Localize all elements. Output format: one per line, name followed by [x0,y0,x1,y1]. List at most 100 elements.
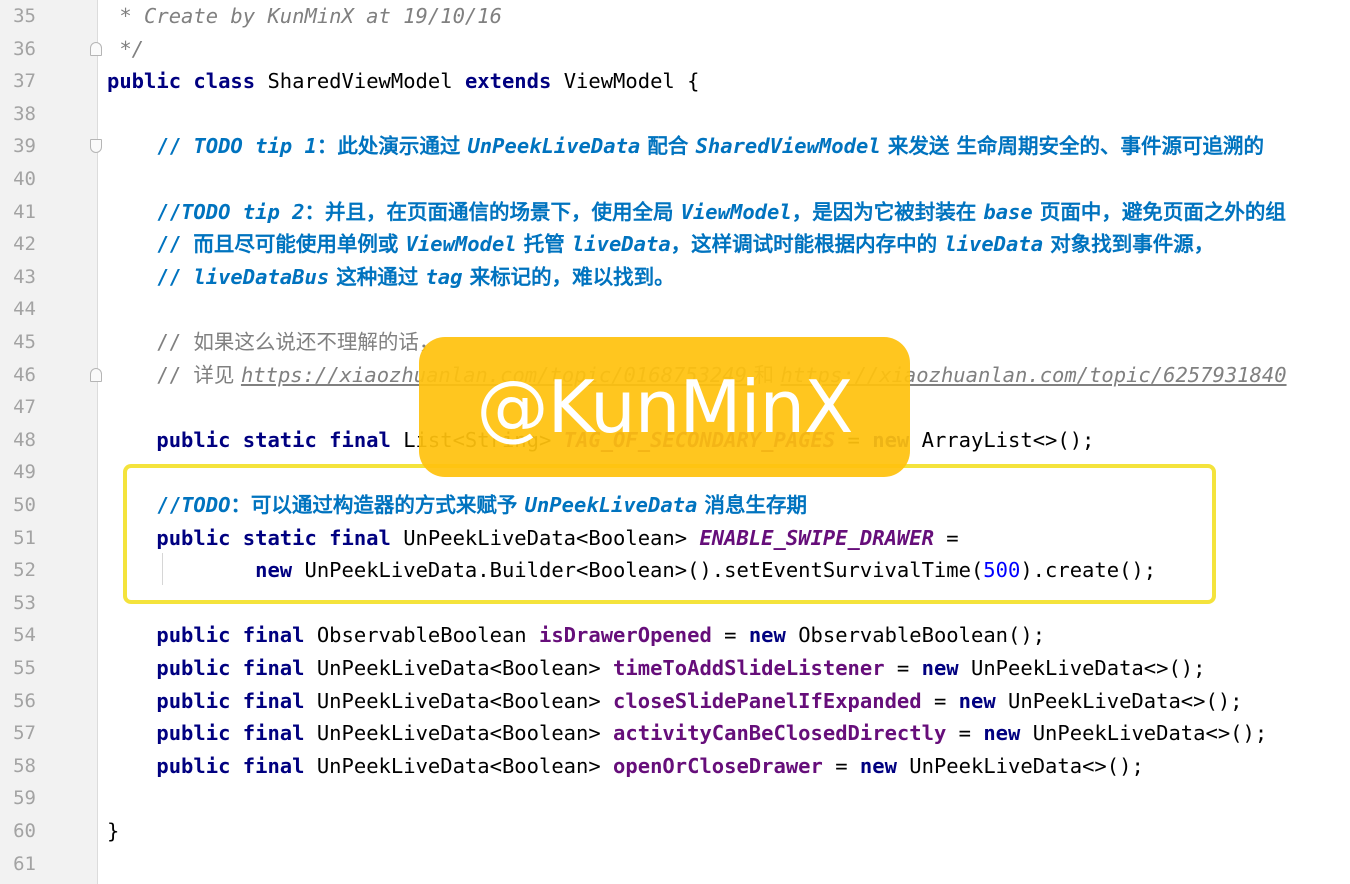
code-text: public final ObservableBoolean isDrawerO… [107,619,1045,652]
code-token: 页面中，避免页面之外的组 [1032,199,1286,224]
code-token: extends [464,69,564,94]
code-line[interactable]: 55 public final UnPeekLiveData<Boolean> … [0,652,1350,685]
code-text: } [107,815,119,848]
code-line[interactable]: 41 //TODO tip 2：并且，在页面通信的场景下，使用全局 ViewMo… [0,196,1350,229]
code-line[interactable]: 44 [0,293,1350,326]
line-number: 59 [13,787,36,810]
code-token: public final [107,688,317,713]
code-token: liveData [944,232,1044,257]
code-text: * Create by KunMinX at 19/10/16 [107,0,502,33]
line-number: 49 [13,461,36,484]
code-text: //TODO tip 2：并且，在页面通信的场景下，使用全局 ViewModel… [107,196,1286,229]
code-line[interactable]: 61 [0,848,1350,881]
code-token: SharedViewModel [267,69,465,94]
code-token: public static final [107,427,404,452]
line-number: 51 [13,526,36,549]
code-line[interactable]: 58 public final UnPeekLiveData<Boolean> … [0,750,1350,783]
code-line[interactable]: 54 public final ObservableBoolean isDraw… [0,619,1350,652]
code-line[interactable]: 57 public final UnPeekLiveData<Boolean> … [0,717,1350,750]
code-line[interactable]: 43 // liveDataBus 这种通过 tag 来标记的，难以找到。 [0,261,1350,294]
code-token: public final [107,623,317,648]
code-text: */ [107,33,144,66]
code-token: // [107,330,194,354]
code-token: 来标记的，难以找到。 [462,264,675,289]
highlight-annotation-box [123,464,1216,604]
line-number: 57 [13,722,36,745]
line-number: 38 [13,102,36,125]
code-token: 如果这么说还不理解的话， [193,330,440,354]
code-token: 这种通过 [329,264,426,289]
code-token: ObservableBoolean [316,623,539,648]
code-token: */ [107,36,145,61]
code-line[interactable]: 56 public final UnPeekLiveData<Boolean> … [0,685,1350,718]
line-number: 56 [13,689,36,712]
code-token: 对象找到事件源， [1043,232,1215,257]
line-number: 48 [13,428,36,451]
code-token: ，是因为它被封装在 [791,199,984,224]
line-number: 47 [13,396,36,419]
code-token: UnPeekLiveData [467,134,641,159]
code-line[interactable]: 37 public class SharedViewModel extends V… [0,65,1350,98]
fold-marker-icon[interactable] [90,367,102,382]
code-token: ObservableBoolean(); [798,623,1046,648]
code-token: closeSlidePanelIfExpanded [613,688,922,713]
line-number: 41 [13,200,36,223]
code-token: ViewModel [405,232,517,257]
code-token: public final [107,721,317,746]
code-text: // 而且尽可能使用单例或 ViewModel 托管 liveData，这样调试… [107,228,1214,261]
code-token: liveDataBus [193,264,330,289]
code-line[interactable]: 38 [0,98,1350,131]
code-token: = [822,753,860,778]
code-text: public final UnPeekLiveData<Boolean> clo… [107,685,1243,718]
code-token: new [983,721,1033,746]
line-number: 60 [13,820,36,842]
watermark-text: @KunMinX [476,365,854,449]
code-token: new [958,688,1009,713]
line-number: 53 [13,591,36,614]
watermark-badge: @KunMinX [419,337,910,477]
code-token: // [107,264,194,289]
code-token: 详见 [193,362,241,387]
line-number: 58 [13,754,36,777]
code-token: 来发送 生命周期安全的、事件源可追溯的 [880,134,1264,159]
code-line[interactable]: 60} [0,815,1350,848]
line-number: 36 [13,37,36,60]
code-line[interactable]: 35 * Create by KunMinX at 19/10/16 [0,0,1350,33]
line-number: 45 [13,331,36,353]
code-token: 托管 [516,232,572,257]
line-number: 43 [13,265,36,288]
fold-marker-icon[interactable] [90,139,102,154]
code-token: activityCanBeClosedDirectly [613,721,947,746]
code-token: // [107,232,194,257]
code-line[interactable]: 42 // 而且尽可能使用单例或 ViewModel 托管 liveData，这… [0,228,1350,261]
code-token: // [107,134,194,159]
code-token: = [884,656,922,680]
line-number: 44 [13,298,36,321]
line-number: 42 [13,233,36,256]
fold-marker-icon[interactable] [90,41,102,56]
code-token: openOrCloseDrawer [613,753,823,778]
code-token: UnPeekLiveData<>(); [1032,721,1268,746]
code-token: TODO tip 1 [193,134,317,159]
code-token: TODO tip 2 [181,199,305,224]
line-number: 46 [13,363,36,386]
code-token: = [711,623,749,648]
code-text: public final UnPeekLiveData<Boolean> ope… [107,750,1143,783]
code-token: UnPeekLiveData<>(); [1008,688,1243,713]
code-line[interactable]: 36 */ [0,33,1350,66]
code-token: ArrayList<>(); [921,427,1095,452]
code-token: new [921,656,971,680]
code-token: ：并且，在页面通信的场景下，使用全局 [304,199,681,224]
code-token: ViewModel [680,199,792,224]
code-token: public final [107,656,317,680]
code-token: UnPeekLiveData<Boolean> [316,721,614,746]
code-token: UnPeekLiveData<Boolean> [316,753,614,778]
code-token: // [107,199,182,224]
line-number: 52 [13,559,36,582]
code-text: // TODO tip 1：此处演示通过 UnPeekLiveData 配合 S… [107,130,1264,163]
code-token: } [107,819,120,843]
code-line[interactable]: 59 [0,782,1350,815]
code-line[interactable]: 39 // TODO tip 1：此处演示通过 UnPeekLiveData 配… [0,130,1350,163]
code-token: isDrawerOpened [539,623,712,648]
code-line[interactable]: 40 [0,163,1350,196]
